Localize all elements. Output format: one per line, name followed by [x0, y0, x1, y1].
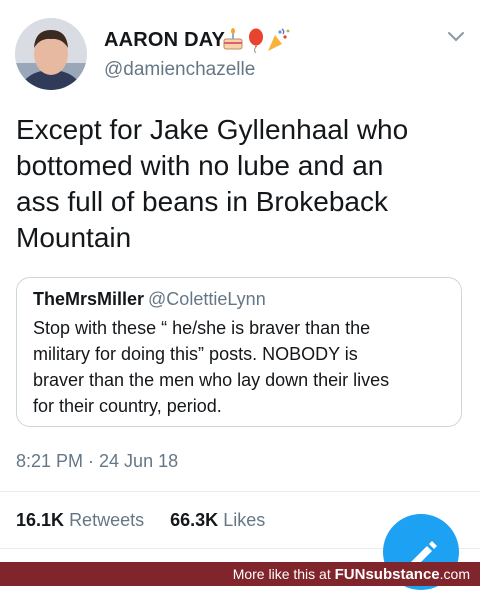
- birthday-cake-icon: [223, 28, 243, 50]
- balloon-icon: [249, 28, 263, 54]
- banner-brand: FUNsubstance: [334, 566, 440, 583]
- quoted-display-name: TheMrsMiller: [33, 289, 145, 309]
- avatar[interactable]: [15, 18, 87, 90]
- username-handle[interactable]: @damienchazelle: [104, 59, 255, 81]
- quoted-text: Stop with these “ he/she is braver than …: [33, 318, 390, 416]
- tweet-text: Except for Jake Gyllenhaal who bottomed …: [16, 114, 409, 253]
- likes-stat[interactable]: 66.3K Likes: [170, 510, 265, 530]
- chevron-down-icon[interactable]: [447, 31, 465, 43]
- timestamp[interactable]: 8:21 PM · 24 Jun 18: [16, 451, 178, 472]
- divider: [0, 491, 480, 492]
- banner-domain: .com: [439, 566, 470, 582]
- profile-photo: [15, 18, 87, 90]
- retweets-stat[interactable]: 16.1K Retweets: [16, 510, 144, 530]
- retweets-count: 16.1K: [16, 510, 65, 530]
- display-name[interactable]: AARON DAY: [104, 29, 225, 52]
- quoted-tweet[interactable]: TheMrsMiller @ColettieLynn Stop with thes…: [16, 277, 462, 427]
- party-popper-icon: [268, 28, 290, 51]
- likes-label: Likes: [223, 510, 266, 530]
- banner-prefix: More like this at: [232, 566, 331, 582]
- likes-count: 66.3K: [170, 510, 219, 530]
- name-emojis: [222, 27, 292, 54]
- quoted-handle: @ColettieLynn: [148, 289, 266, 309]
- watermark-banner: More like this at FUNsubstance.com: [0, 562, 480, 586]
- quoted-author: TheMrsMiller @ColettieLynn: [33, 289, 266, 310]
- banner-text[interactable]: More like this at FUNsubstance.com: [233, 566, 470, 583]
- engagement-stats: 16.1K Retweets 66.3K Likes: [16, 510, 265, 531]
- retweets-label: Retweets: [69, 510, 145, 530]
